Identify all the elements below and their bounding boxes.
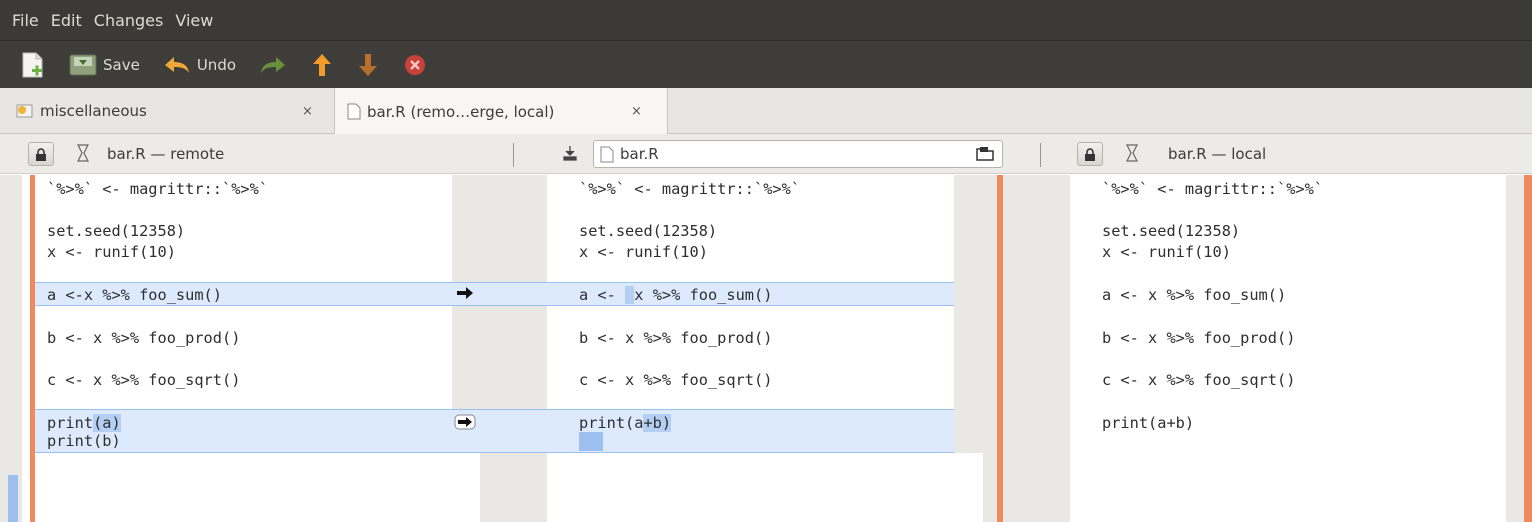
code-line: `%>%` <- magrittr::`%>%` xyxy=(579,180,801,198)
push-right-arrow-icon[interactable] xyxy=(456,286,474,304)
hourglass-icon xyxy=(1126,144,1138,166)
code-line: print(a+b) xyxy=(1102,414,1195,432)
menu-edit[interactable]: Edit xyxy=(51,11,82,30)
code-line: a <- x %>% foo_sum() xyxy=(579,284,772,306)
tab-bar: miscellaneous × bar.R (remo…erge, local)… xyxy=(0,88,1532,135)
tab-miscellaneous[interactable]: miscellaneous × xyxy=(0,88,334,134)
tab-label: miscellaneous xyxy=(40,102,147,120)
right-link-map[interactable] xyxy=(954,175,997,522)
previous-change-button[interactable] xyxy=(310,52,334,78)
folder-comparison-icon xyxy=(16,103,34,119)
right-change-bar xyxy=(1524,175,1532,522)
save-icon xyxy=(69,54,97,75)
right-pane-title: bar.R — local xyxy=(1168,145,1267,163)
new-comparison-button[interactable] xyxy=(20,51,46,79)
left-editor[interactable]: `%>%` <- magrittr::`%>%` set.seed(12358)… xyxy=(35,175,452,522)
link-gap xyxy=(954,453,983,522)
code-line: set.seed(12358) xyxy=(579,222,718,240)
lock-icon xyxy=(1085,147,1095,161)
code-line: `%>%` <- magrittr::`%>%` xyxy=(47,180,269,198)
undo-button[interactable]: Undo xyxy=(162,53,236,77)
undo-arrow-icon xyxy=(164,56,189,73)
file-icon xyxy=(600,146,614,162)
code-line: b <- x %>% foo_prod() xyxy=(47,329,241,347)
code-line: b <- x %>% foo_prod() xyxy=(579,329,773,347)
next-change-button[interactable] xyxy=(356,52,380,78)
overview-chunk-marker xyxy=(8,475,18,522)
link-gap xyxy=(452,453,480,522)
lock-icon xyxy=(36,147,46,161)
hourglass-icon xyxy=(77,144,89,166)
code-line: print(b) xyxy=(47,432,121,450)
menu-file[interactable]: File xyxy=(12,11,39,30)
redo-button[interactable] xyxy=(258,53,288,77)
save-button[interactable]: Save xyxy=(68,52,140,78)
file-icon xyxy=(347,103,361,120)
tab-bar-r-merge[interactable]: bar.R (remo…erge, local) × xyxy=(334,88,668,135)
new-document-icon xyxy=(22,52,43,77)
open-file-icon[interactable] xyxy=(976,145,994,165)
middle-editor[interactable]: `%>%` <- magrittr::`%>%` set.seed(12358)… xyxy=(547,175,954,522)
arrow-down-icon xyxy=(359,53,378,76)
pane-header-bar: bar.R — remote bar.R bar.R — local xyxy=(0,134,1532,174)
push-right-arrow-icon[interactable] xyxy=(454,414,476,434)
code-line: a <- x %>% foo_sum() xyxy=(1102,286,1287,304)
lock-button-left[interactable] xyxy=(28,142,54,166)
menu-changes[interactable]: Changes xyxy=(94,11,164,30)
code-line: x <- runif(10) xyxy=(1102,243,1231,261)
code-line: x <- runif(10) xyxy=(579,243,708,261)
menu-view[interactable]: View xyxy=(175,11,213,30)
code-line: c <- x %>% foo_sqrt() xyxy=(579,371,773,389)
code-line: set.seed(12358) xyxy=(1102,222,1241,240)
menu-bar: File Edit Changes View xyxy=(0,0,1532,40)
middle-file-name: bar.R xyxy=(620,145,659,163)
tab-close-icon[interactable]: × xyxy=(302,104,313,119)
changed-token xyxy=(625,286,635,304)
code-token: a <- xyxy=(579,286,626,304)
right-editor[interactable]: `%>%` <- magrittr::`%>%` set.seed(12358)… xyxy=(1070,175,1506,522)
code-line: c <- x %>% foo_sqrt() xyxy=(1102,371,1296,389)
code-line: set.seed(12358) xyxy=(47,222,186,240)
undo-label: Undo xyxy=(196,55,237,74)
separator xyxy=(1040,143,1041,167)
changed-token: +b) xyxy=(643,414,672,432)
code-line: print(a+b) xyxy=(579,412,672,434)
tab-label: bar.R (remo…erge, local) xyxy=(367,102,555,121)
left-overview-map[interactable] xyxy=(0,175,22,522)
empty-line-highlight xyxy=(579,432,603,451)
right-link-map-gap xyxy=(1003,175,1070,522)
save-file-icon[interactable] xyxy=(563,145,577,165)
code-token: x %>% foo_sum() xyxy=(634,286,773,304)
right-overview-map[interactable] xyxy=(1506,175,1524,522)
code-line: b <- x %>% foo_prod() xyxy=(1102,329,1296,347)
code-line: `%>%` <- magrittr::`%>%` xyxy=(1102,180,1324,198)
redo-arrow-icon xyxy=(261,56,286,73)
left-link-map[interactable] xyxy=(452,175,570,522)
arrow-up-icon xyxy=(313,53,332,76)
code-line: x <- runif(10) xyxy=(47,243,176,261)
left-pane-title: bar.R — remote xyxy=(107,145,225,163)
middle-file-entry[interactable]: bar.R xyxy=(593,140,1003,168)
toolbar: Save Undo xyxy=(0,40,1532,88)
separator xyxy=(513,143,514,167)
stop-button[interactable] xyxy=(402,52,428,78)
stop-icon xyxy=(405,54,426,75)
code-line: c <- x %>% foo_sqrt() xyxy=(47,371,241,389)
lock-button-right[interactable] xyxy=(1077,142,1103,166)
tab-close-icon[interactable]: × xyxy=(631,104,642,119)
code-line: a <-x %>% foo_sum() xyxy=(47,286,222,304)
save-label: Save xyxy=(103,55,140,74)
code-token: print(a xyxy=(579,414,644,432)
